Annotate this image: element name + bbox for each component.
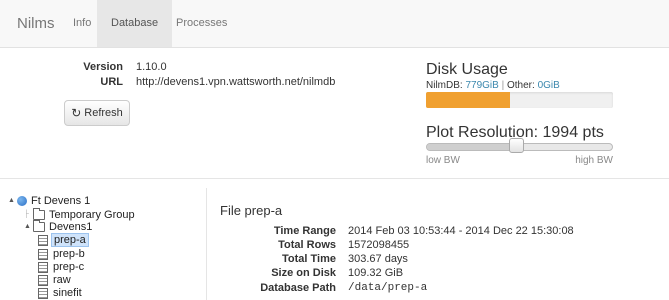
- usage-separator: |: [501, 80, 505, 91]
- tree-item-prep-b[interactable]: prep-b: [38, 248, 87, 260]
- version-label: Version: [83, 61, 123, 73]
- size-on-disk-value: 109.32 GiB: [348, 267, 404, 279]
- time-range-value: 2014 Feb 03 10:53:44 - 2014 Dec 22 15:30…: [348, 225, 574, 237]
- url-label: URL: [100, 76, 123, 88]
- tree-item-label: Temporary Group: [49, 209, 135, 221]
- file-icon: [38, 234, 48, 246]
- file-title: File prep-a: [220, 203, 283, 218]
- folder-open-icon: [33, 220, 45, 232]
- refresh-icon: ↻: [71, 106, 82, 120]
- disk-usage-progress-fill: [426, 92, 511, 108]
- high-bw-label: high BW: [575, 155, 613, 166]
- tree-branch-line: ├: [24, 211, 29, 218]
- database-tree: ▲ Ft Devens 1 ├ Temporary Group ▲ Devens…: [0, 192, 200, 300]
- database-path-value: /data/prep-a: [348, 282, 428, 294]
- collapse-icon[interactable]: ▲: [24, 221, 33, 233]
- size-on-disk-label: Size on Disk: [271, 267, 336, 279]
- file-icon: [38, 248, 48, 260]
- total-time-label: Total Time: [282, 253, 336, 265]
- total-rows-label: Total Rows: [278, 239, 336, 251]
- tree-item-label: sinefit: [53, 287, 82, 299]
- tree-item-label: prep-a: [51, 233, 89, 247]
- tree-item-sinefit[interactable]: sinefit: [38, 287, 84, 299]
- total-time-value: 303.67 days: [348, 253, 408, 265]
- top-navbar: Nilms Info Database Processes: [0, 0, 669, 48]
- tree-item-label: Devens1: [49, 221, 93, 233]
- nilmdb-value: 779GiB: [465, 80, 499, 91]
- low-bw-label: low BW: [426, 155, 460, 166]
- section-divider: [0, 178, 669, 179]
- other-label: Other:: [506, 80, 535, 91]
- tab-processes[interactable]: Processes: [162, 0, 241, 47]
- tree-item-devens1[interactable]: ▲ Devens1: [24, 220, 94, 233]
- refresh-button-label: Refresh: [84, 107, 123, 119]
- tree-item-prep-a[interactable]: prep-a: [38, 233, 89, 247]
- tree-item-raw[interactable]: raw: [38, 274, 73, 286]
- nilmdb-label: NilmDB:: [426, 80, 463, 91]
- url-value: http://devens1.vpn.wattsworth.net/nilmdb: [136, 76, 336, 88]
- tree-root-node[interactable]: ▲ Ft Devens 1: [8, 195, 92, 207]
- tree-item-prep-c[interactable]: prep-c: [38, 261, 86, 273]
- time-range-label: Time Range: [273, 225, 336, 237]
- database-globe-icon: [17, 196, 27, 206]
- database-path-label: Database Path: [260, 282, 336, 294]
- collapse-icon[interactable]: ▲: [8, 195, 17, 207]
- disk-usage-progress-bar: [426, 92, 613, 108]
- other-value: 0GiB: [537, 80, 560, 91]
- tree-item-temporary-group[interactable]: ├ Temporary Group: [24, 208, 137, 221]
- refresh-button[interactable]: ↻ Refresh: [64, 100, 130, 126]
- file-icon: [38, 274, 48, 286]
- brand-title[interactable]: Nilms: [17, 15, 55, 32]
- plot-resolution-slider-handle[interactable]: [508, 138, 524, 153]
- disk-usage-breakdown: NilmDB: 779GiB | Other: 0GiB: [426, 80, 560, 91]
- tree-item-label: prep-c: [53, 261, 85, 273]
- tree-root-label: Ft Devens 1: [31, 195, 91, 207]
- total-rows-value: 1572098455: [348, 239, 410, 251]
- file-icon: [38, 261, 48, 273]
- plot-resolution-slider-fill: [427, 144, 516, 150]
- version-value: 1.10.0: [136, 61, 167, 73]
- tree-item-label: raw: [53, 274, 71, 286]
- file-icon: [38, 287, 48, 299]
- tab-database[interactable]: Database: [97, 0, 173, 47]
- tree-item-label: prep-b: [53, 248, 85, 260]
- disk-usage-title: Disk Usage: [426, 61, 508, 78]
- folder-icon: [33, 208, 45, 220]
